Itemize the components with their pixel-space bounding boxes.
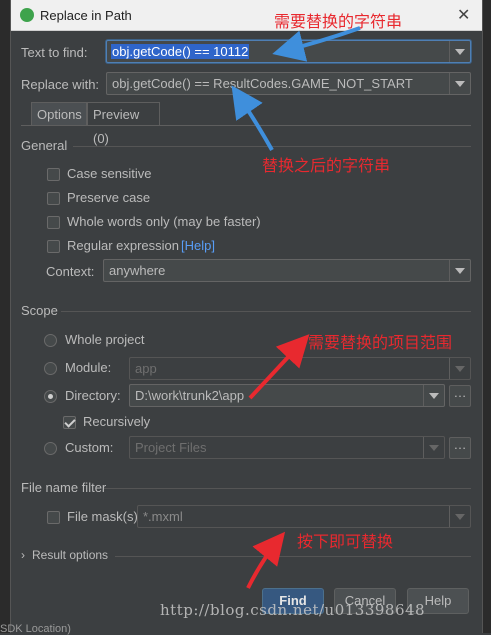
arrow-to-replace — [231, 85, 274, 151]
arrow-to-scope — [248, 334, 310, 400]
annotation-arrows — [231, 26, 361, 589]
arrow-to-find-button — [246, 531, 286, 589]
status-fragment: SDK Location) — [0, 623, 71, 635]
watermark: http://blog.csdn.net/u013398648 — [160, 601, 426, 619]
arrow-to-find — [272, 26, 361, 62]
